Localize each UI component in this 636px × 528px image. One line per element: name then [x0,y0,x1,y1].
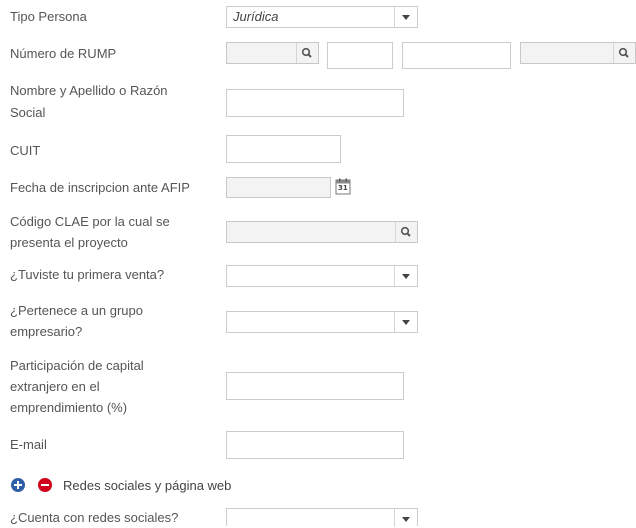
email-label: E-mail [10,437,47,452]
calendar-day: 31 [338,184,348,192]
search-icon[interactable] [395,222,417,242]
grupo-select[interactable] [226,311,418,333]
search-icon[interactable] [613,43,635,63]
primera-venta-select[interactable] [226,265,418,287]
remove-circle-icon[interactable] [38,478,52,492]
capital-label-line3: emprendimiento (%) [10,400,128,415]
cuit-input[interactable] [226,135,341,163]
add-circle-icon[interactable] [11,478,25,492]
clae-label-line1: Código CLAE por la cual se [10,214,170,229]
capital-label-line2: extranjero en el [10,379,100,394]
fecha-label: Fecha de inscripcion ante AFIP [10,180,190,195]
email-input[interactable] [226,431,404,459]
redes-select[interactable] [226,508,418,527]
rump-part4-input[interactable] [520,42,636,64]
chevron-down-icon[interactable] [394,509,417,527]
capital-input[interactable] [226,372,404,400]
nombre-label-line2: Social [10,105,46,120]
nombre-input[interactable] [226,89,404,117]
clae-label-line2: presenta el proyecto [10,235,128,250]
search-icon[interactable] [296,43,318,63]
chevron-down-icon[interactable] [394,7,417,27]
grupo-label-line2: empresario? [10,324,83,339]
tipo-persona-select[interactable]: Jurídica [226,6,418,28]
rump-part1-input[interactable] [226,42,319,64]
rump-label: Número de RUMP [10,46,117,61]
primera-venta-label: ¿Tuviste tu primera venta? [10,267,165,282]
tipo-persona-value: Jurídica [233,9,279,24]
rump-part3-input[interactable] [402,42,511,69]
cuit-label: CUIT [10,143,41,158]
section-title: Redes sociales y página web [63,478,232,493]
fecha-input[interactable] [226,177,331,198]
chevron-down-icon[interactable] [394,312,417,332]
nombre-label-line1: Nombre y Apellido o Razón [10,83,168,98]
rump-part2-input[interactable] [327,42,393,69]
redes-label: ¿Cuenta con redes sociales? [10,510,179,525]
grupo-label-line1: ¿Pertenece a un grupo [10,303,143,318]
tipo-persona-label: Tipo Persona [10,9,87,24]
calendar-icon[interactable]: 31 [335,178,351,195]
capital-label-line1: Participación de capital [10,358,144,373]
clae-input[interactable] [226,221,418,243]
chevron-down-icon[interactable] [394,266,417,286]
